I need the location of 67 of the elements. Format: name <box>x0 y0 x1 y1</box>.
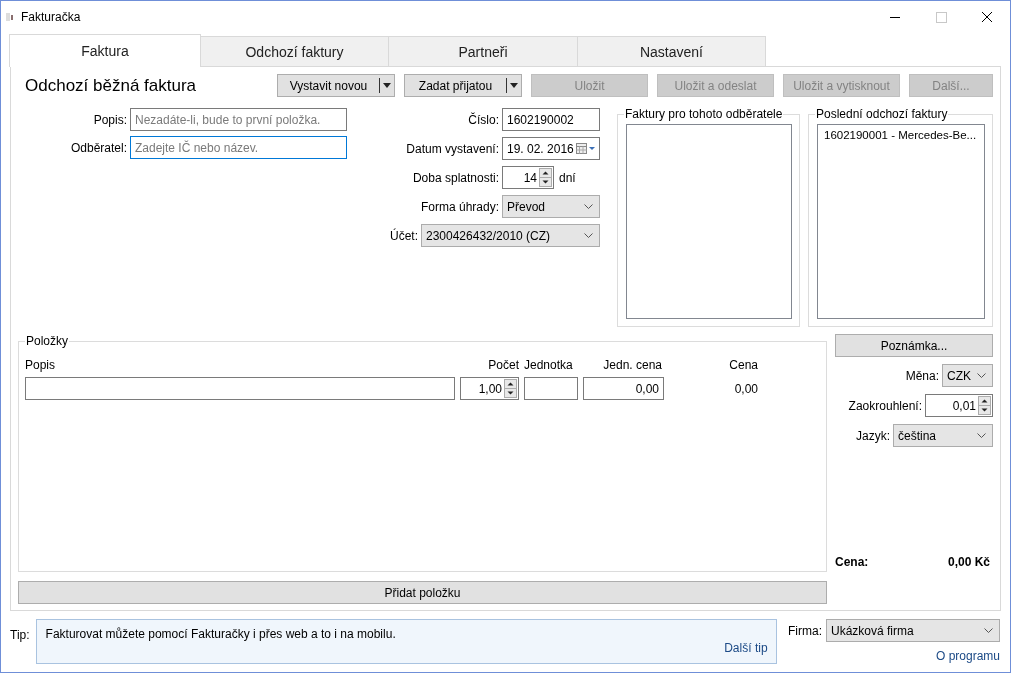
field-label: Datum vystavení: <box>406 141 499 156</box>
chevron-down-icon <box>984 628 993 633</box>
add-item-button[interactable]: Přidat položku <box>18 581 827 604</box>
column-header: Popis <box>25 358 57 372</box>
about-link[interactable]: O programu <box>935 649 1000 663</box>
list-item[interactable]: 1602190001 - Mercedes-Be... <box>824 129 981 141</box>
next-tip-link[interactable]: Další tip <box>724 641 768 655</box>
list-box[interactable] <box>626 124 792 319</box>
table-cell-text: 0,00 <box>733 381 758 396</box>
group-title: Faktury pro tohoto odběratele <box>624 107 784 121</box>
column-header: Počet <box>487 358 519 372</box>
dropdown[interactable]: Převod <box>502 195 600 218</box>
spinner-field[interactable]: 1,00 <box>460 377 519 400</box>
text-field[interactable]: 1602190002 <box>502 108 600 131</box>
column-header: Jedn. cena <box>602 358 663 372</box>
spin-arrows-icon <box>504 379 517 398</box>
total-value: 0,00 Kč <box>947 555 990 569</box>
dropdown[interactable]: 2300426432/2010 (CZ) <box>421 224 600 247</box>
chevron-down-icon <box>584 204 593 209</box>
field-label: Měna: <box>905 368 939 383</box>
dropdown[interactable]: CZK <box>942 364 993 387</box>
field-label: Odběratel: <box>69 140 127 155</box>
input-field[interactable] <box>524 377 578 400</box>
list-box[interactable]: 1602190001 - Mercedes-Be... <box>817 124 985 319</box>
column-header: Cena <box>728 358 758 372</box>
tab[interactable]: Partneři <box>388 36 578 66</box>
chevron-down-icon <box>977 373 986 378</box>
tip-text: Fakturovat můžete pomocí Fakturačky i přes web a to i na mobilu. <box>45 627 397 641</box>
field-label: Účet: <box>390 228 418 243</box>
field-label: Forma úhrady: <box>420 199 499 214</box>
app-icon <box>6 12 14 22</box>
group-title: Položky <box>25 334 70 348</box>
caret-icon <box>510 83 518 88</box>
page-heading: Odchozí běžná faktura <box>25 75 197 96</box>
tab[interactable]: Faktura <box>9 34 201 67</box>
group-title: Poslední odchozí faktury <box>815 107 949 121</box>
chevron-down-icon <box>584 233 593 238</box>
window-title: Fakturačka <box>21 10 81 24</box>
input-field[interactable]: Nezadáte-li, bude to první položka. <box>130 108 347 131</box>
tab[interactable]: Odchozí faktury <box>200 36 389 66</box>
field-label: Zaokrouhlení: <box>848 398 922 413</box>
spinner-field[interactable]: 14 <box>502 166 554 189</box>
date-field[interactable]: 19. 02. 2016 <box>502 137 600 160</box>
field-label: Firma: <box>788 623 822 638</box>
input-field[interactable] <box>25 377 455 400</box>
field-label: Číslo: <box>468 112 499 127</box>
chevron-down-icon <box>977 433 986 438</box>
caret-icon <box>383 83 391 88</box>
column-header: Jednotka <box>524 358 574 372</box>
field-label: Jazyk: <box>856 428 890 443</box>
dropdown[interactable]: Ukázková firma <box>826 619 1000 642</box>
tab[interactable]: Nastavení <box>577 36 766 66</box>
spin-arrows-icon <box>978 396 991 415</box>
input-field[interactable]: Zadejte IČ nebo název. <box>130 136 347 159</box>
spin-arrows-icon <box>539 168 552 187</box>
split-button[interactable]: Vystavit novou <box>277 74 395 97</box>
dropdown[interactable]: čeština <box>893 424 993 447</box>
spinner-field[interactable]: 0,01 <box>925 394 993 417</box>
calendar-icon <box>576 143 596 154</box>
field-label: Popis: <box>92 112 127 127</box>
unit-label: dní <box>559 170 576 185</box>
note-button[interactable]: Poznámka... <box>835 334 993 357</box>
split-button[interactable]: Zadat přijatou <box>404 74 522 97</box>
tip-label: Tip: <box>10 627 30 644</box>
field-label: Doba splatnosti: <box>412 170 499 185</box>
total-label: Cena: <box>835 555 869 569</box>
input-field[interactable]: 0,00 <box>583 377 664 400</box>
